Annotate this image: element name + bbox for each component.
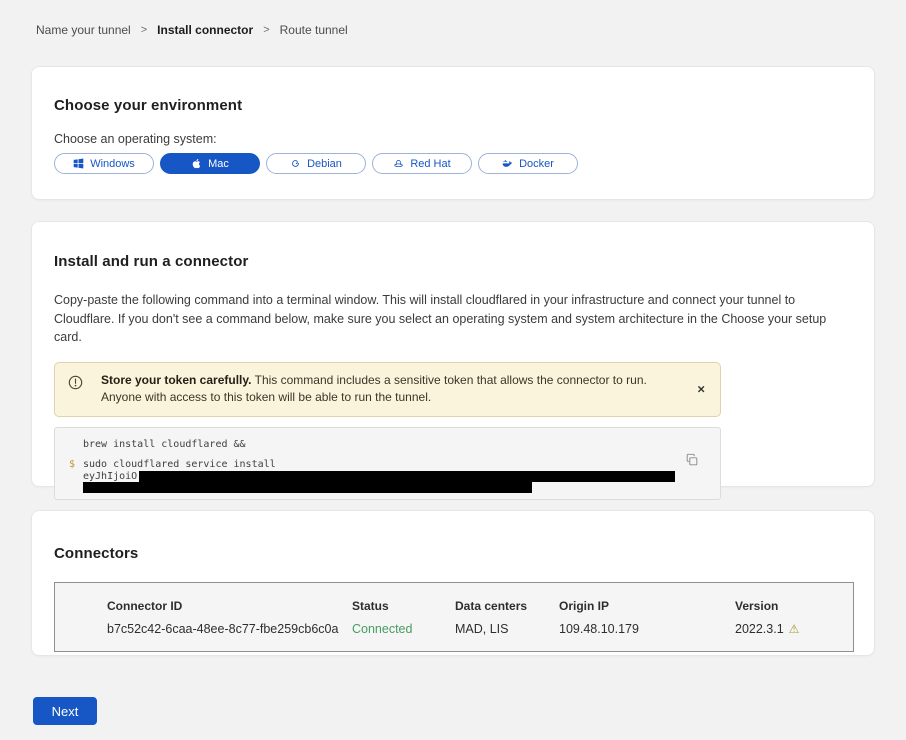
- os-button-docker[interactable]: Docker: [478, 153, 578, 174]
- install-command-codeblock: brew install cloudflared && $sudo cloudf…: [54, 427, 721, 500]
- install-connector-card: Install and run a connector Copy-paste t…: [31, 221, 875, 487]
- shell-prompt: $: [69, 459, 75, 471]
- os-button-label: Windows: [90, 158, 135, 170]
- cell-version: 2022.3.1 ⚠: [735, 622, 853, 636]
- breadcrumb-separator: >: [141, 24, 147, 36]
- alert-circle-icon: [68, 375, 83, 390]
- os-button-debian[interactable]: Debian: [266, 153, 366, 174]
- col-header-status: Status: [352, 599, 455, 613]
- os-button-label: Docker: [519, 158, 554, 170]
- apple-icon: [191, 158, 202, 169]
- os-button-label: Debian: [307, 158, 342, 170]
- environment-card-title: Choose your environment: [54, 97, 852, 114]
- col-header-origin-ip: Origin IP: [559, 599, 735, 613]
- breadcrumb-step-route-tunnel[interactable]: Route tunnel: [280, 23, 348, 37]
- version-warning-icon: ⚠: [789, 623, 800, 635]
- col-header-connector-id: Connector ID: [107, 599, 352, 613]
- docker-icon: [502, 158, 513, 169]
- windows-icon: [73, 158, 84, 169]
- redhat-icon: [393, 158, 404, 169]
- status-badge: Connected: [352, 622, 455, 636]
- debian-icon: [290, 158, 301, 169]
- cell-data-centers: MAD, LIS: [455, 622, 559, 636]
- close-icon[interactable]: ×: [693, 379, 709, 400]
- os-button-redhat[interactable]: Red Hat: [372, 153, 472, 174]
- connectors-table: Connector ID Status Data centers Origin …: [54, 582, 854, 652]
- token-prefix: eyJhIjoiO: [83, 471, 137, 482]
- cell-origin-ip: 109.48.10.179: [559, 622, 735, 636]
- install-card-title: Install and run a connector: [54, 253, 852, 270]
- environment-card: Choose your environment Choose an operat…: [31, 66, 875, 200]
- code-line-1: brew install cloudflared &&: [83, 439, 684, 451]
- code-line-2: $sudo cloudflared service install: [83, 459, 684, 471]
- install-instructions-text: Copy-paste the following command into a …: [54, 291, 852, 347]
- breadcrumb: Name your tunnel > Install connector > R…: [36, 23, 348, 37]
- next-button[interactable]: Next: [33, 697, 97, 725]
- code-line-token: eyJhIjoiO: [83, 471, 684, 483]
- connectors-card-title: Connectors: [54, 545, 852, 562]
- table-header-row: Connector ID Status Data centers Origin …: [55, 583, 853, 613]
- os-button-label: Mac: [208, 158, 229, 170]
- breadcrumb-step-name-your-tunnel[interactable]: Name your tunnel: [36, 23, 131, 37]
- os-select-label: Choose an operating system:: [54, 132, 852, 146]
- col-header-version: Version: [735, 599, 853, 613]
- copy-icon[interactable]: [684, 453, 700, 469]
- os-button-group: Windows Mac Debian Red Hat: [54, 153, 852, 174]
- os-button-windows[interactable]: Windows: [54, 153, 154, 174]
- breadcrumb-separator: >: [263, 24, 269, 36]
- warning-title: Store your token carefully.: [101, 373, 252, 387]
- table-row: b7c52c42-6caa-48ee-8c77-fbe259cb6c0a Con…: [55, 613, 853, 636]
- os-button-label: Red Hat: [410, 158, 450, 170]
- code-line-token-2: [83, 482, 684, 494]
- redacted-token-bar: [139, 471, 675, 482]
- breadcrumb-step-install-connector[interactable]: Install connector: [157, 23, 253, 37]
- token-warning-banner: Store your token carefully. This command…: [54, 362, 721, 417]
- cell-connector-id: b7c52c42-6caa-48ee-8c77-fbe259cb6c0a: [107, 622, 352, 636]
- connectors-card: Connectors Connector ID Status Data cent…: [31, 510, 875, 656]
- redacted-token-bar: [83, 482, 532, 493]
- os-button-mac[interactable]: Mac: [160, 153, 260, 174]
- col-header-data-centers: Data centers: [455, 599, 559, 613]
